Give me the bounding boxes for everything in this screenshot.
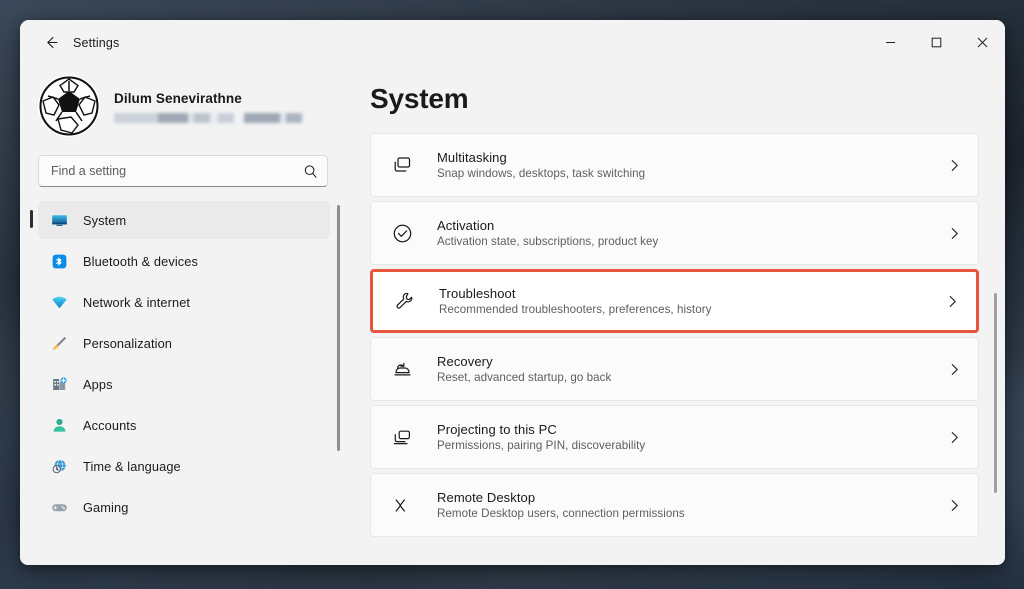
card-text: Activation Activation state, subscriptio… <box>437 218 947 248</box>
close-button[interactable] <box>959 20 1005 65</box>
main-scrollbar[interactable] <box>994 293 997 493</box>
person-icon <box>53 418 66 432</box>
monitor-icon <box>52 214 67 226</box>
sidebar-item-label: Gaming <box>83 499 129 515</box>
app-title: Settings <box>73 35 120 50</box>
check-circle-icon <box>389 222 415 245</box>
maximize-icon <box>931 37 941 48</box>
back-button[interactable] <box>34 28 68 58</box>
card-text: Remote Desktop Remote Desktop users, con… <box>437 490 947 520</box>
card-subtitle: Snap windows, desktops, task switching <box>437 167 646 180</box>
sidebar-item-network-internet[interactable]: Network & internet <box>38 283 330 321</box>
chevron-right-icon[interactable] <box>947 430 962 445</box>
page-title: System <box>370 83 469 114</box>
sidebar-item-system[interactable]: System <box>30 201 330 239</box>
sidebar-item-bluetooth-devices[interactable]: Bluetooth & devices <box>38 242 330 280</box>
card-text: Projecting to this PC Permissions, pairi… <box>437 422 947 452</box>
card-title: Activation <box>437 218 495 233</box>
card-text: Recovery Reset, advanced startup, go bac… <box>437 354 947 384</box>
account-text: Dilum Senevirathne <box>114 89 304 123</box>
settings-card-troubleshoot[interactable]: Troubleshoot Recommended troubleshooters… <box>370 269 979 333</box>
sidebar-item-label: System <box>83 212 127 228</box>
wrench-icon <box>391 290 417 313</box>
card-subtitle: Reset, advanced startup, go back <box>437 371 612 384</box>
card-title: Troubleshoot <box>439 286 516 301</box>
chevron-right-icon[interactable] <box>945 294 960 309</box>
chevron-right-icon[interactable] <box>947 362 962 377</box>
settings-card-activation[interactable]: Activation Activation state, subscriptio… <box>370 201 979 265</box>
search-box[interactable] <box>38 155 328 187</box>
window-controls <box>867 20 1005 65</box>
avatar <box>38 75 100 137</box>
window-body: Dilum Senevirathne Find a setting System… <box>20 65 1005 565</box>
sidebar-item-personalization[interactable]: Personalization <box>38 324 330 362</box>
main-content: System Multitasking Snap windows, deskto… <box>342 65 1005 565</box>
remote-desktop-icon <box>389 494 415 517</box>
sidebar-item-gaming[interactable]: Gaming <box>38 488 330 526</box>
card-subtitle: Recommended troubleshooters, preferences… <box>439 303 712 316</box>
card-subtitle: Permissions, pairing PIN, discoverabilit… <box>437 439 646 452</box>
account-name: Dilum Senevirathne <box>114 91 242 106</box>
search-input[interactable] <box>51 164 303 178</box>
sidebar-item-label: Personalization <box>83 335 172 351</box>
card-title: Recovery <box>437 354 493 369</box>
gamepad-icon <box>52 503 67 511</box>
card-title: Multitasking <box>437 150 507 165</box>
card-text: Troubleshoot Recommended troubleshooters… <box>439 286 945 316</box>
bluetooth-icon <box>52 254 67 268</box>
card-title: Projecting to this PC <box>437 422 557 437</box>
card-subtitle: Remote Desktop users, connection permiss… <box>437 507 685 520</box>
settings-card-multitasking[interactable]: Multitasking Snap windows, desktops, tas… <box>370 133 979 197</box>
account-email-redacted <box>114 113 304 123</box>
chevron-right-icon[interactable] <box>947 158 962 173</box>
recovery-pc-icon <box>389 358 415 381</box>
sidebar-nav: System Bluetooth & devices Network & int… <box>20 201 342 565</box>
sidebar-item-label: Bluetooth & devices <box>83 253 199 269</box>
clock-globe-icon <box>52 459 66 473</box>
windows-stack-icon <box>389 154 415 177</box>
close-icon <box>977 37 987 48</box>
apps-icon <box>53 376 67 390</box>
settings-card-projecting-to-this-pc[interactable]: Projecting to this PC Permissions, pairi… <box>370 405 979 469</box>
card-subtitle: Activation state, subscriptions, product… <box>437 235 659 248</box>
card-text: Multitasking Snap windows, desktops, tas… <box>437 150 947 180</box>
sidebar-item-accounts[interactable]: Accounts <box>38 406 330 444</box>
sidebar-item-apps[interactable]: Apps <box>38 365 330 403</box>
search-icon[interactable] <box>303 164 318 179</box>
paintbrush-icon <box>53 336 67 350</box>
account-block[interactable]: Dilum Senevirathne <box>20 65 342 149</box>
sidebar-item-label: Apps <box>83 376 113 392</box>
title-bar: Settings <box>20 20 1005 65</box>
chevron-right-icon[interactable] <box>947 226 962 241</box>
settings-card-remote-desktop[interactable]: Remote Desktop Remote Desktop users, con… <box>370 473 979 537</box>
back-arrow-icon <box>46 36 58 49</box>
project-screen-icon <box>389 426 415 449</box>
minimize-button[interactable] <box>867 20 913 65</box>
search-container <box>20 149 342 201</box>
sidebar-item-label: Time & language <box>83 458 181 474</box>
settings-card-list: Multitasking Snap windows, desktops, tas… <box>370 133 1005 537</box>
sidebar-item-time-language[interactable]: Time & language <box>38 447 330 485</box>
wifi-icon <box>52 296 67 308</box>
settings-card-recovery[interactable]: Recovery Reset, advanced startup, go bac… <box>370 337 979 401</box>
settings-window: Settings Dilum Senevirathne Find a setti… <box>20 20 1005 565</box>
minimize-icon <box>885 42 895 43</box>
chevron-right-icon[interactable] <box>947 498 962 513</box>
sidebar-scrollbar[interactable] <box>337 205 340 451</box>
card-title: Remote Desktop <box>437 490 536 505</box>
sidebar-item-label: Accounts <box>83 417 137 433</box>
sidebar-item-label: Network & internet <box>83 294 191 310</box>
maximize-button[interactable] <box>913 20 959 65</box>
sidebar: Dilum Senevirathne Find a setting System… <box>20 65 342 565</box>
